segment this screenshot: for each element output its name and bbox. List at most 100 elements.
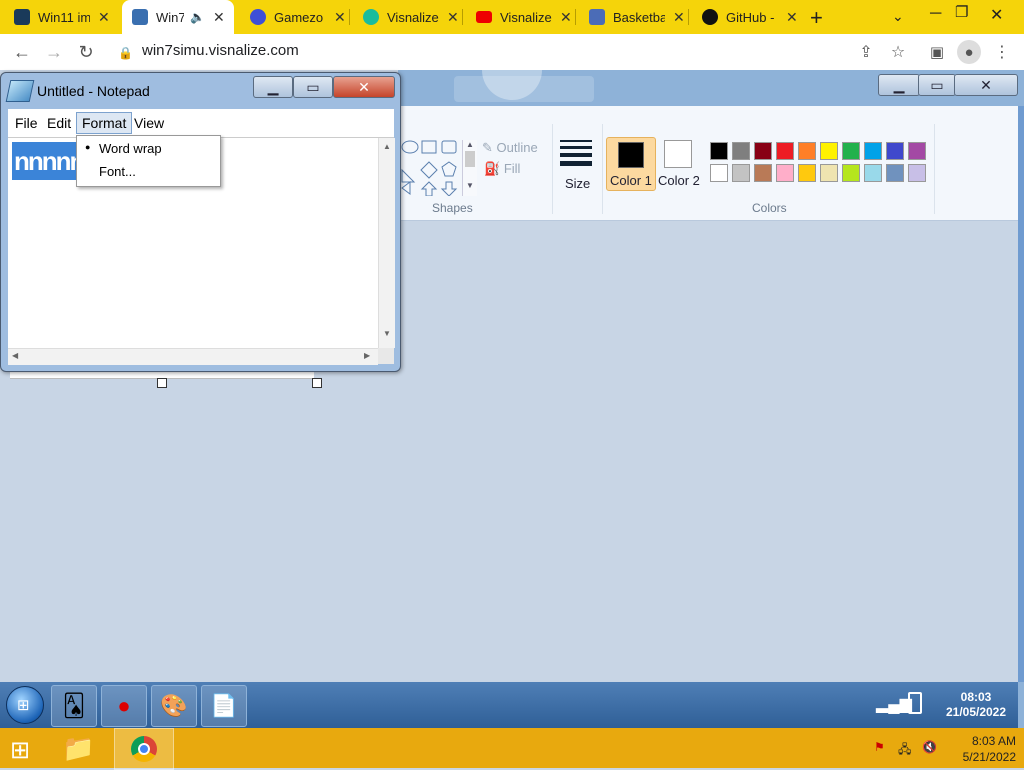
- close-icon[interactable]: ✕: [447, 9, 459, 26]
- tab-github[interactable]: GitHub - ✕: [688, 0, 800, 34]
- palette-swatch[interactable]: [864, 164, 882, 182]
- palette-swatch[interactable]: [710, 142, 728, 160]
- taskbar-notepad[interactable]: 📄: [201, 685, 247, 727]
- horizontal-scrollbar[interactable]: ◀ ▶: [8, 348, 378, 365]
- chrome-taskbar-button[interactable]: [114, 728, 174, 770]
- menu-item-font[interactable]: Font...: [99, 164, 136, 179]
- battery-icon[interactable]: [908, 692, 922, 714]
- notepad-maximize-button[interactable]: ▭: [293, 76, 333, 98]
- back-arrow-icon[interactable]: ←: [10, 40, 34, 64]
- palette-swatch[interactable]: [820, 164, 838, 182]
- scroll-down-icon[interactable]: ▼: [379, 329, 395, 338]
- tab-youtube-visnalize[interactable]: Visnalize ✕: [462, 0, 574, 34]
- menu-edit[interactable]: Edit: [42, 113, 76, 133]
- reload-icon[interactable]: ↻: [74, 40, 98, 64]
- lock-icon[interactable]: 🔒: [118, 46, 133, 60]
- scroll-up-icon[interactable]: ▲: [379, 142, 395, 151]
- minimize-window-button[interactable]: ─: [930, 5, 941, 23]
- palette-swatch[interactable]: [820, 142, 838, 160]
- tab-gamezop[interactable]: Gamezo ✕: [236, 0, 348, 34]
- size-button[interactable]: [560, 140, 592, 166]
- shapes-group-label: Shapes: [432, 201, 473, 215]
- profile-avatar-icon[interactable]: ●: [957, 40, 981, 64]
- palette-swatch[interactable]: [798, 164, 816, 182]
- tab-win11[interactable]: Win11 im ✕: [0, 0, 120, 34]
- tab-win7[interactable]: Win7 🔈 ✕: [122, 0, 234, 34]
- canvas-resize-handle[interactable]: [312, 378, 322, 388]
- palette-swatch[interactable]: [754, 142, 772, 160]
- file-explorer-icon[interactable]: 📁: [62, 733, 94, 764]
- menu-view[interactable]: View: [129, 113, 169, 133]
- shapes-gallery[interactable]: [400, 138, 462, 196]
- side-panel-icon[interactable]: ▣: [925, 40, 949, 64]
- paint-minimize-button[interactable]: ▁: [878, 74, 920, 96]
- vertical-scrollbar[interactable]: ▲ ▼: [378, 138, 395, 348]
- close-icon[interactable]: ✕: [673, 9, 685, 26]
- taskbar-solitaire[interactable]: 🂡: [51, 685, 97, 727]
- bookmark-star-icon[interactable]: ☆: [886, 40, 910, 64]
- volume-muted-icon[interactable]: 🔇: [922, 740, 937, 754]
- color1-label: Color 1: [610, 173, 652, 188]
- close-icon[interactable]: ✕: [786, 9, 798, 26]
- show-desktop-button[interactable]: [1018, 682, 1024, 728]
- host-clock[interactable]: 8:03 AM 5/21/2022: [944, 733, 1016, 765]
- win7-clock[interactable]: 08:03 21/05/2022: [936, 690, 1016, 720]
- fill-button[interactable]: ⛽ Fill: [484, 161, 520, 177]
- paint-ribbon: ▲ ▼ ✎ Outline ⛽ Fill Shapes Size Color 1…: [398, 106, 1018, 221]
- palette-swatch[interactable]: [864, 142, 882, 160]
- paint-close-button[interactable]: ✕: [954, 74, 1018, 96]
- outline-button[interactable]: ✎ Outline: [482, 140, 538, 156]
- palette-swatch[interactable]: [842, 142, 860, 160]
- scroll-left-icon[interactable]: ◀: [12, 351, 18, 360]
- more-options-icon[interactable]: ⋮: [990, 40, 1014, 64]
- close-icon[interactable]: ✕: [560, 9, 572, 26]
- close-window-button[interactable]: ✕: [990, 5, 1003, 25]
- windows-start-icon[interactable]: ⊞: [10, 736, 30, 765]
- palette-swatch[interactable]: [886, 164, 904, 182]
- palette-swatch[interactable]: [776, 164, 794, 182]
- palette-swatch[interactable]: [754, 164, 772, 182]
- palette-swatch[interactable]: [908, 164, 926, 182]
- color1-button[interactable]: Color 1: [606, 137, 656, 191]
- share-icon[interactable]: ⇪: [854, 40, 878, 64]
- canvas-resize-handle[interactable]: [157, 378, 167, 388]
- palette-swatch[interactable]: [776, 142, 794, 160]
- restore-window-button[interactable]: ❐: [955, 3, 968, 21]
- close-icon[interactable]: ✕: [98, 9, 110, 26]
- url-bar[interactable]: win7simu.visnalize.com: [142, 42, 299, 59]
- notepad-close-button[interactable]: ✕: [333, 76, 395, 98]
- tab-basketball[interactable]: Basketba ✕: [575, 0, 687, 34]
- flag-icon[interactable]: ⚑: [874, 740, 885, 754]
- close-icon[interactable]: ✕: [213, 9, 225, 26]
- size-label: Size: [565, 176, 591, 191]
- palette-swatch[interactable]: [842, 164, 860, 182]
- close-icon[interactable]: ✕: [334, 9, 346, 26]
- palette-swatch[interactable]: [732, 142, 750, 160]
- color2-button[interactable]: Color 2: [658, 137, 706, 189]
- palette-swatch[interactable]: [908, 142, 926, 160]
- network-icon[interactable]: 🖧: [898, 740, 911, 761]
- paint-maximize-button[interactable]: ▭: [918, 74, 956, 96]
- tab-visnalize[interactable]: Visnalize ✕: [349, 0, 461, 34]
- palette-swatch[interactable]: [886, 142, 904, 160]
- shapes-scrollbar[interactable]: ▲ ▼: [462, 140, 477, 196]
- menu-item-word-wrap[interactable]: Word wrap: [99, 141, 162, 156]
- color-palette: [710, 142, 930, 182]
- tab-search-chevron-icon[interactable]: ⌄: [892, 8, 904, 25]
- new-tab-button[interactable]: +: [810, 5, 823, 31]
- menu-format[interactable]: Format: [76, 112, 133, 134]
- forward-arrow-icon[interactable]: →: [42, 40, 66, 64]
- menu-file[interactable]: File: [10, 113, 43, 133]
- start-button[interactable]: ⊞: [6, 686, 44, 724]
- palette-swatch[interactable]: [710, 164, 728, 182]
- scroll-right-icon[interactable]: ▶: [364, 351, 370, 360]
- gamezop-icon: [250, 9, 266, 25]
- taskbar-among-us[interactable]: ●: [101, 685, 147, 727]
- palette-swatch[interactable]: [798, 142, 816, 160]
- taskbar-paint[interactable]: 🎨: [151, 685, 197, 727]
- palette-swatch[interactable]: [732, 164, 750, 182]
- notepad-minimize-button[interactable]: ▁: [253, 76, 293, 98]
- signal-icon[interactable]: ▂▄▆: [876, 694, 912, 714]
- color1-swatch: [618, 142, 644, 168]
- pencil-icon: ✎: [482, 140, 493, 155]
